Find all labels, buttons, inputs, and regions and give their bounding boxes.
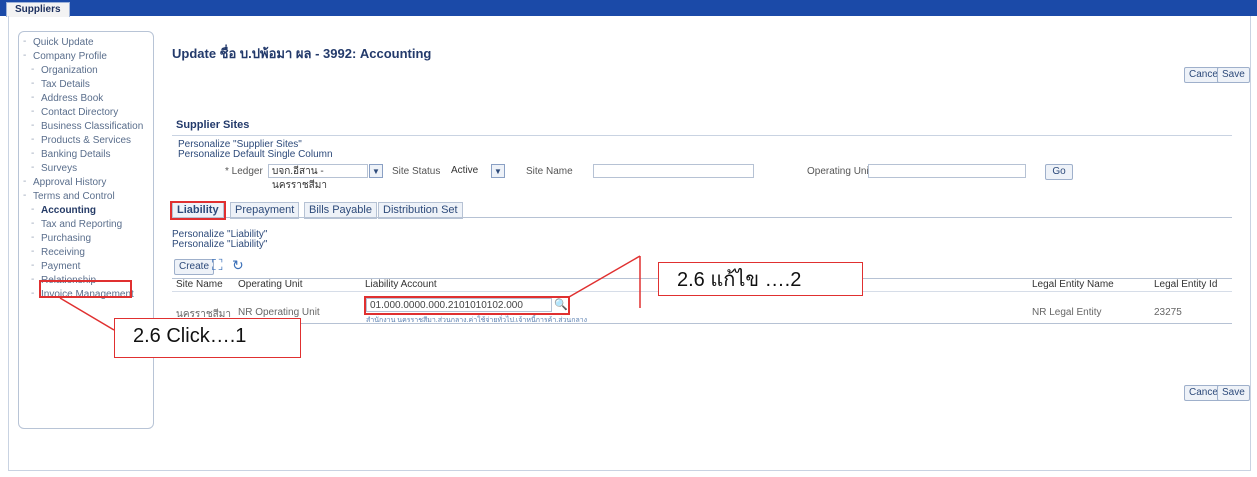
sidebar-item-surveys[interactable]: - Surveys: [19, 162, 153, 176]
chevron-down-icon[interactable]: ▼: [369, 164, 383, 178]
bullet-icon: -: [31, 232, 35, 243]
callout-step-2: 2.6 แก้ไข ….2: [658, 262, 863, 296]
sidebar-item-tax-and-reporting[interactable]: - Tax and Reporting: [19, 218, 153, 232]
operating-unit-label: Operating Unit: [807, 166, 872, 177]
sidebar-item-label: Products & Services: [41, 135, 132, 146]
bullet-icon: -: [23, 176, 27, 187]
row-legal-entity-name: NR Legal Entity: [1032, 307, 1102, 318]
sidebar-item-label: Receiving: [41, 247, 85, 258]
sidebar-item-tax-details[interactable]: - Tax Details: [19, 78, 153, 92]
chevron-down-icon[interactable]: ▼: [491, 164, 505, 178]
site-name-input[interactable]: [593, 164, 754, 178]
callout-step-1: 2.6 Click….1: [114, 318, 301, 358]
site-status-select[interactable]: Active: [448, 164, 488, 178]
sidebar-item-contact-directory[interactable]: - Contact Directory: [19, 106, 153, 120]
bullet-icon: -: [23, 190, 27, 201]
bullet-icon: -: [31, 218, 35, 229]
sidebar-item-accounting[interactable]: - Accounting: [19, 204, 153, 218]
ledger-label: * Ledger: [225, 166, 263, 177]
row-legal-entity-id: 23275: [1154, 307, 1182, 318]
sidebar-item-quick-update[interactable]: - Quick Update: [19, 36, 153, 50]
section-divider: [172, 135, 1232, 136]
bullet-icon: -: [31, 106, 35, 117]
sidebar-item-label: Terms and Control: [33, 191, 115, 202]
page-title: Update ชื่อ บ.ปพ้อมา ผล - 3992: Accounti…: [172, 46, 432, 61]
top-bar: Suppliers: [0, 0, 1257, 17]
highlight-liability-account: [364, 296, 570, 315]
sidebar-item-approval-history[interactable]: - Approval History: [19, 176, 153, 190]
operating-unit-input[interactable]: [868, 164, 1026, 178]
bullet-icon: -: [31, 120, 35, 131]
sidebar-item-products-services[interactable]: - Products & Services: [19, 134, 153, 148]
bullet-icon: -: [31, 260, 35, 271]
sidebar-item-label: Company Profile: [33, 51, 107, 62]
ledger-select[interactable]: บจก.อีสาน - นครราชสีมา: [268, 164, 368, 191]
bullet-icon: -: [31, 246, 35, 257]
highlight-accounting: [39, 280, 132, 298]
sidebar-item-label: Surveys: [41, 163, 78, 174]
bullet-icon: -: [23, 36, 27, 47]
sidebar-item-purchasing[interactable]: - Purchasing: [19, 232, 153, 246]
tab-suppliers[interactable]: Suppliers: [6, 2, 70, 17]
bullet-icon: -: [31, 134, 35, 145]
sidebar: - Quick Update - Company Profile - Organizati…: [18, 31, 154, 429]
sidebar-item-label: Approval History: [33, 177, 107, 188]
sidebar-item-label: Tax and Reporting: [41, 219, 123, 230]
bullet-icon: -: [31, 204, 35, 215]
save-button[interactable]: Save: [1217, 67, 1250, 83]
sidebar-item-label: Accounting: [41, 205, 96, 216]
bullet-icon: -: [23, 50, 27, 61]
bullet-icon: -: [31, 64, 35, 75]
site-status-label: Site Status: [392, 166, 441, 177]
col-operating-unit: Operating Unit: [238, 279, 303, 290]
sidebar-item-business-classification[interactable]: - Business Classification: [19, 120, 153, 134]
sidebar-item-receiving[interactable]: - Receiving: [19, 246, 153, 260]
bullet-icon: -: [31, 148, 35, 159]
sidebar-item-label: Tax Details: [41, 79, 90, 90]
tab-underline: [172, 217, 1232, 218]
sidebar-item-label: Banking Details: [41, 149, 111, 160]
personalize-single-column-link[interactable]: Personalize Default Single Column: [178, 149, 333, 160]
sidebar-item-company-profile[interactable]: - Company Profile: [19, 50, 153, 64]
sidebar-item-address-book[interactable]: - Address Book: [19, 92, 153, 106]
site-name-label: Site Name: [526, 166, 573, 177]
col-liability-account: Liability Account: [365, 279, 437, 290]
supplier-sites-title: Supplier Sites: [176, 119, 250, 131]
sidebar-item-label: Business Classification: [41, 121, 144, 132]
sidebar-item-label: Contact Directory: [41, 107, 119, 118]
row-operating-unit: NR Operating Unit: [238, 307, 320, 318]
bullet-icon: -: [31, 92, 35, 103]
create-button[interactable]: Create: [174, 259, 215, 275]
bullet-icon: -: [31, 288, 35, 299]
sidebar-item-payment[interactable]: - Payment: [19, 260, 153, 274]
sidebar-item-label: Address Book: [41, 93, 104, 104]
bullet-icon: -: [31, 78, 35, 89]
account-description: สำนักงาน นครราชสีมา.ส่วนกลาง.ค่าใช้จ่ายท…: [366, 317, 588, 324]
detach-icon[interactable]: ⛶: [212, 257, 223, 274]
sidebar-item-label: Quick Update: [33, 37, 94, 48]
sidebar-item-label: Organization: [41, 65, 98, 76]
refresh-icon[interactable]: ↻: [232, 257, 244, 274]
col-legal-entity-id: Legal Entity Id: [1154, 279, 1218, 290]
col-legal-entity-name: Legal Entity Name: [1032, 279, 1114, 290]
save-button-bottom[interactable]: Save: [1217, 385, 1250, 401]
sidebar-item-terms-and-control[interactable]: - Terms and Control: [19, 190, 153, 204]
highlight-liability-tab: [170, 201, 226, 220]
go-button[interactable]: Go: [1045, 164, 1073, 180]
col-site-name: Site Name: [176, 279, 223, 290]
bullet-icon: -: [31, 274, 35, 285]
sidebar-item-label: Purchasing: [41, 233, 92, 244]
bullet-icon: -: [31, 162, 35, 173]
sidebar-item-label: Payment: [41, 261, 81, 272]
sidebar-item-banking-details[interactable]: - Banking Details: [19, 148, 153, 162]
sidebar-item-organization[interactable]: - Organization: [19, 64, 153, 78]
personalize-liability-link[interactable]: Personalize "Liability": [172, 239, 267, 250]
